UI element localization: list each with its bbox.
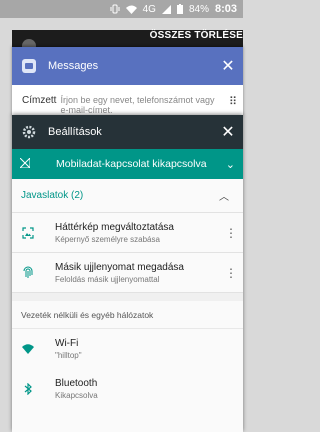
suggestion-item[interactable]: Háttérkép megváltoztatása Képernyő szemé… [12, 213, 243, 253]
settings-item-wifi[interactable]: Wi-Fi "hilltop" [12, 329, 243, 369]
mobile-data-off-icon [18, 156, 34, 170]
signal-icon [161, 4, 171, 14]
settings-card-title: Beállítások [48, 126, 102, 138]
clear-all-button[interactable]: ÖSSZES TÖRLÉSE [150, 30, 243, 41]
chevron-down-icon[interactable]: ⌄ [226, 158, 235, 171]
section-title: Vezeték nélküli és egyéb hálózatok [12, 301, 243, 329]
chevron-up-icon[interactable]: ︿ [219, 188, 229, 203]
messages-card-header[interactable]: Messages ✕ [12, 47, 243, 85]
recipient-row[interactable]: Címzett Írjon be egy nevet, telefonszámo… [12, 85, 243, 115]
more-vert-icon[interactable]: ⋮ [225, 266, 237, 280]
vibrate-icon [110, 4, 120, 14]
status-bar: 4G 84% 8:03 [0, 0, 243, 18]
messages-card-title: Messages [48, 60, 99, 72]
close-icon[interactable]: ✕ [213, 122, 243, 142]
suggestions-header[interactable]: Javaslatok (2) ︿ [12, 179, 243, 213]
wifi-icon [21, 344, 35, 354]
settings-item-title: Bluetooth [55, 378, 98, 389]
settings-item-title: Wi-Fi [55, 338, 79, 349]
mobile-data-banner[interactable]: Mobiladat-kapcsolat kikapcsolva ⌄ [12, 149, 243, 179]
mobile-data-banner-text: Mobiladat-kapcsolat kikapcsolva [56, 158, 207, 170]
close-icon[interactable]: ✕ [213, 56, 243, 76]
suggestion-subtitle: Képernyő személyre szabása [55, 234, 160, 244]
settings-card-header[interactable]: Beállítások ✕ [12, 115, 243, 149]
messages-card[interactable]: Messages ✕ Címzett Írjon be egy nevet, t… [12, 47, 243, 117]
battery-percent: 84% [188, 3, 209, 15]
settings-item-subtitle: "hilltop" [55, 351, 82, 360]
suggestion-title: Háttérkép megváltoztatása [55, 221, 174, 233]
recipient-label: Címzett [22, 95, 57, 106]
fingerprint-icon [21, 266, 35, 279]
suggestions-title: Javaslatok (2) [21, 190, 84, 201]
suggestion-item[interactable]: Másik ujjlenyomat megadása Feloldás mási… [12, 253, 243, 293]
wallpaper-icon [21, 226, 35, 239]
section-divider [12, 293, 243, 301]
suggestion-title: Másik ujjlenyomat megadása [55, 261, 184, 273]
battery-icon [176, 4, 183, 14]
settings-item-subtitle: Kikapcsolva [55, 391, 98, 400]
messages-app-icon [22, 59, 36, 73]
clock: 8:03 [214, 3, 237, 15]
network-type-label: 4G [142, 3, 156, 15]
settings-card[interactable]: Beállítások ✕ Mobiladat-kapcsolat kikapc… [12, 115, 243, 432]
bluetooth-icon [21, 383, 35, 395]
gear-icon [22, 125, 36, 139]
suggestion-subtitle: Feloldás másik ujjlenyomattal [55, 274, 160, 284]
settings-item-bluetooth[interactable]: Bluetooth Kikapcsolva [12, 369, 243, 409]
wifi-status-icon [125, 5, 137, 14]
recipient-input[interactable]: Írjon be egy nevet, telefonszámot vagy e… [60, 95, 224, 115]
more-vert-icon[interactable]: ⋮ [225, 226, 237, 240]
dialpad-icon[interactable]: ⠿ [229, 95, 237, 108]
